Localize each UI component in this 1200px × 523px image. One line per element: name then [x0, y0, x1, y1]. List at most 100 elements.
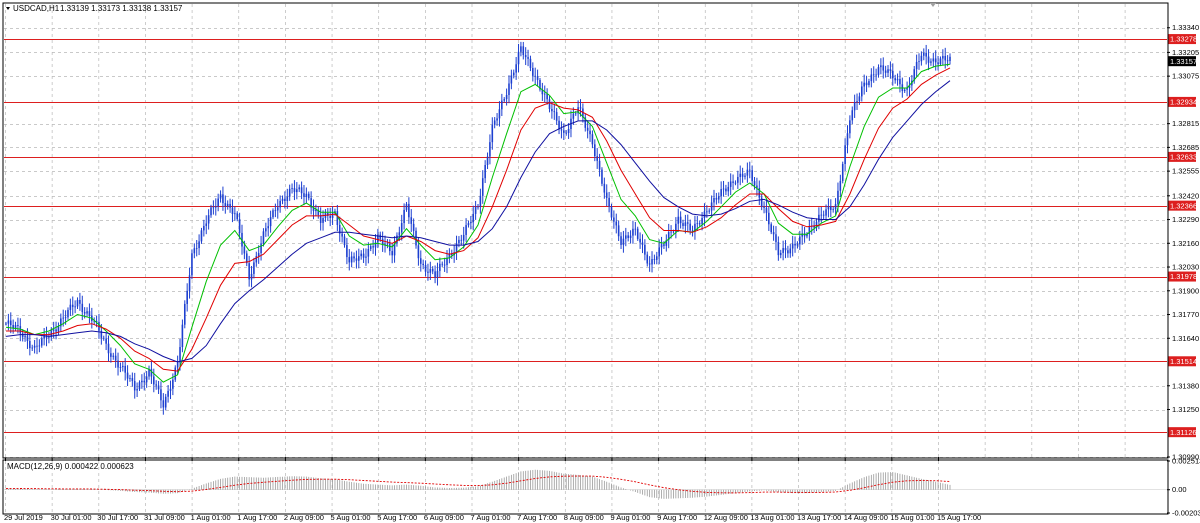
candle-body [686, 222, 689, 224]
candle-body [288, 188, 291, 197]
candle-body [603, 183, 606, 193]
candle-body [841, 164, 844, 181]
candle-body [644, 244, 646, 255]
candle-body [408, 203, 410, 218]
candle-body [725, 188, 727, 192]
chart-background [0, 0, 1200, 523]
candle-body [844, 145, 846, 165]
candle-body [191, 253, 193, 276]
candle-body [679, 216, 682, 224]
candle-body [181, 324, 184, 348]
candle-body [122, 365, 124, 368]
candle-body [86, 311, 88, 314]
candle-body [942, 55, 944, 59]
candle-body [839, 180, 842, 191]
candle-body [76, 299, 79, 307]
price-level-tag-label: 1.32934 [1170, 98, 1197, 107]
candle-body [760, 197, 763, 207]
candle-body [48, 337, 50, 339]
candle-body [214, 206, 217, 208]
ohlc-label: 1.33139 1.33173 1.33138 1.33157 [60, 4, 183, 13]
candle-body [779, 252, 782, 256]
candle-body [360, 253, 362, 257]
candle-body [458, 239, 460, 244]
candle-body [55, 329, 57, 332]
candle-body [284, 198, 286, 202]
candle-body [305, 193, 308, 197]
candle-body [641, 242, 644, 245]
candle-body [651, 259, 653, 265]
candle-body [257, 253, 260, 257]
candle-body [853, 102, 856, 111]
candle-body [410, 217, 413, 224]
candle-body [822, 214, 825, 216]
price-level-tag-label: 1.32633 [1170, 152, 1197, 161]
macd-y-tick-label: 0.00 [1172, 485, 1187, 494]
candle-body [925, 52, 927, 57]
candle-body [741, 173, 744, 177]
candle-body [365, 256, 367, 258]
candle-body [727, 186, 730, 192]
candle-body [596, 156, 598, 161]
candle-body [729, 181, 732, 187]
candle-body [887, 69, 889, 73]
candle-body [560, 129, 563, 131]
candle-body [336, 211, 339, 225]
candle-body [427, 271, 429, 273]
price-level-tag-label: 1.33278 [1170, 35, 1197, 44]
y-tick-label: 1.33205 [1172, 48, 1199, 57]
candle-body [648, 263, 651, 265]
candle-body [613, 217, 615, 222]
candle-body [291, 188, 293, 189]
candle-body [524, 55, 527, 58]
candle-body [586, 127, 589, 131]
candle-body [837, 190, 839, 205]
candle-body [307, 193, 310, 199]
candle-body [589, 130, 591, 135]
candle-body [818, 214, 820, 222]
candle-body [703, 211, 706, 219]
candle-body [734, 182, 737, 184]
candle-body [205, 223, 208, 226]
candle-body [615, 221, 618, 226]
candle-body [551, 108, 553, 112]
candle-body [548, 99, 551, 109]
candle-body [777, 242, 780, 256]
candle-body [899, 78, 901, 85]
candle-body [920, 55, 923, 62]
current-price-label: 1.33157 [1170, 57, 1197, 66]
candle-body [784, 248, 787, 251]
candle-body [124, 365, 126, 373]
candle-body [303, 193, 305, 197]
y-tick-label: 1.33340 [1172, 23, 1199, 32]
candle-body [682, 223, 684, 226]
candle-body [658, 247, 660, 257]
candle-body [591, 134, 594, 145]
candle-body [605, 192, 608, 198]
candle-body [872, 74, 875, 76]
price-level-tag-label: 1.31126 [1170, 428, 1197, 437]
candle-body [26, 336, 29, 341]
candle-body [136, 389, 138, 391]
candle-body [248, 263, 250, 280]
candle-body [922, 52, 925, 56]
candle-body [269, 217, 272, 227]
candle-body [276, 207, 279, 211]
candle-body [670, 231, 672, 233]
candle-body [474, 206, 477, 214]
y-tick-label: 1.32160 [1172, 239, 1199, 248]
candle-body [14, 325, 17, 329]
candle-body [610, 206, 613, 218]
candle-body [398, 232, 401, 236]
candle-body [412, 223, 415, 231]
candle-body [527, 57, 529, 59]
candle-body [29, 340, 31, 349]
candle-body [222, 194, 224, 204]
candle-body [684, 222, 687, 226]
y-tick-label: 1.32685 [1172, 143, 1199, 152]
candle-body [229, 203, 231, 208]
candle-body [460, 239, 463, 241]
candle-body [74, 306, 76, 308]
candle-body [17, 325, 19, 327]
candle-body [555, 112, 558, 121]
